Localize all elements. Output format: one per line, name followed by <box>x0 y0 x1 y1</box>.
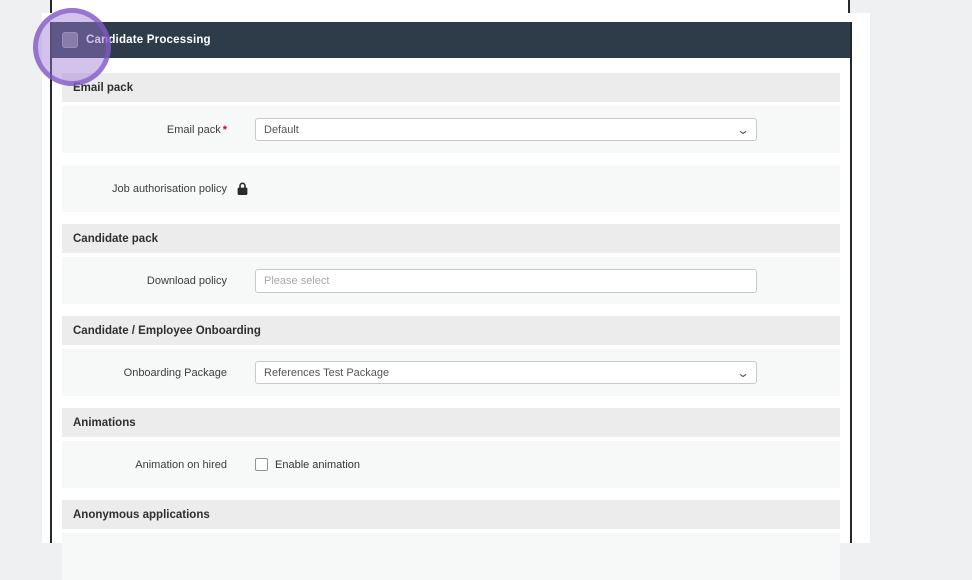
download-policy-input[interactable] <box>255 268 757 293</box>
job-authorisation-policy-label: Job authorisation policy <box>112 182 227 195</box>
onboarding-package-label: Onboarding Package <box>123 366 227 379</box>
enable-animation-checkbox[interactable] <box>255 458 268 471</box>
section-collapse-toggle-icon[interactable] <box>62 32 78 48</box>
panel-title: Candidate Processing <box>86 34 211 46</box>
email-pack-label: Email pack * <box>166 123 227 136</box>
section-title: Candidate / Employee Onboarding <box>73 324 261 337</box>
row-animation-on-hired: Animation on hired Enable animation <box>62 441 840 488</box>
section-title: Candidate pack <box>73 232 158 245</box>
section-bar-animations: Animations <box>62 408 840 437</box>
chevron-down-icon: ⌄ <box>736 122 750 137</box>
row-onboarding-package: Onboarding Package References Test Packa… <box>62 349 840 396</box>
animation-on-hired-label: Animation on hired <box>135 458 227 471</box>
section-title: Anonymous applications <box>73 508 210 521</box>
row-job-authorisation-policy: Job authorisation policy <box>62 165 840 212</box>
email-pack-select[interactable]: Default ⌄ <box>255 118 757 141</box>
onboarding-package-select-value: References Test Package <box>264 366 390 379</box>
row-email-pack: Email pack * Default ⌄ <box>62 106 840 153</box>
row-download-policy: Download policy <box>62 257 840 304</box>
lock-icon <box>236 182 249 196</box>
required-marker: * <box>222 123 227 136</box>
chevron-down-icon: ⌄ <box>736 365 750 380</box>
section-bar-candidate-pack: Candidate pack <box>62 224 840 253</box>
section-title: Email pack <box>73 81 134 94</box>
row-anonymous-applications-partial <box>62 533 840 580</box>
panel-body: Email pack Email pack * Default ⌄ Job aut… <box>52 58 850 580</box>
enable-animation-checkbox-label[interactable]: Enable animation <box>275 459 360 471</box>
section-bar-email-pack: Email pack <box>62 73 840 102</box>
candidate-processing-header-bar[interactable]: Candidate Processing <box>52 22 850 58</box>
section-title: Animations <box>73 416 136 429</box>
download-policy-label: Download policy <box>146 274 227 287</box>
onboarding-package-select[interactable]: References Test Package ⌄ <box>255 361 757 384</box>
section-bar-onboarding: Candidate / Employee Onboarding <box>62 316 840 345</box>
email-pack-select-value: Default <box>264 123 299 136</box>
candidate-processing-panel: Candidate Processing Email pack Email pa… <box>50 22 852 580</box>
candidate-processing-settings-page: { "header": { "title": "Candidate Proces… <box>0 0 972 580</box>
section-bar-anonymous-applications: Anonymous applications <box>62 500 840 529</box>
